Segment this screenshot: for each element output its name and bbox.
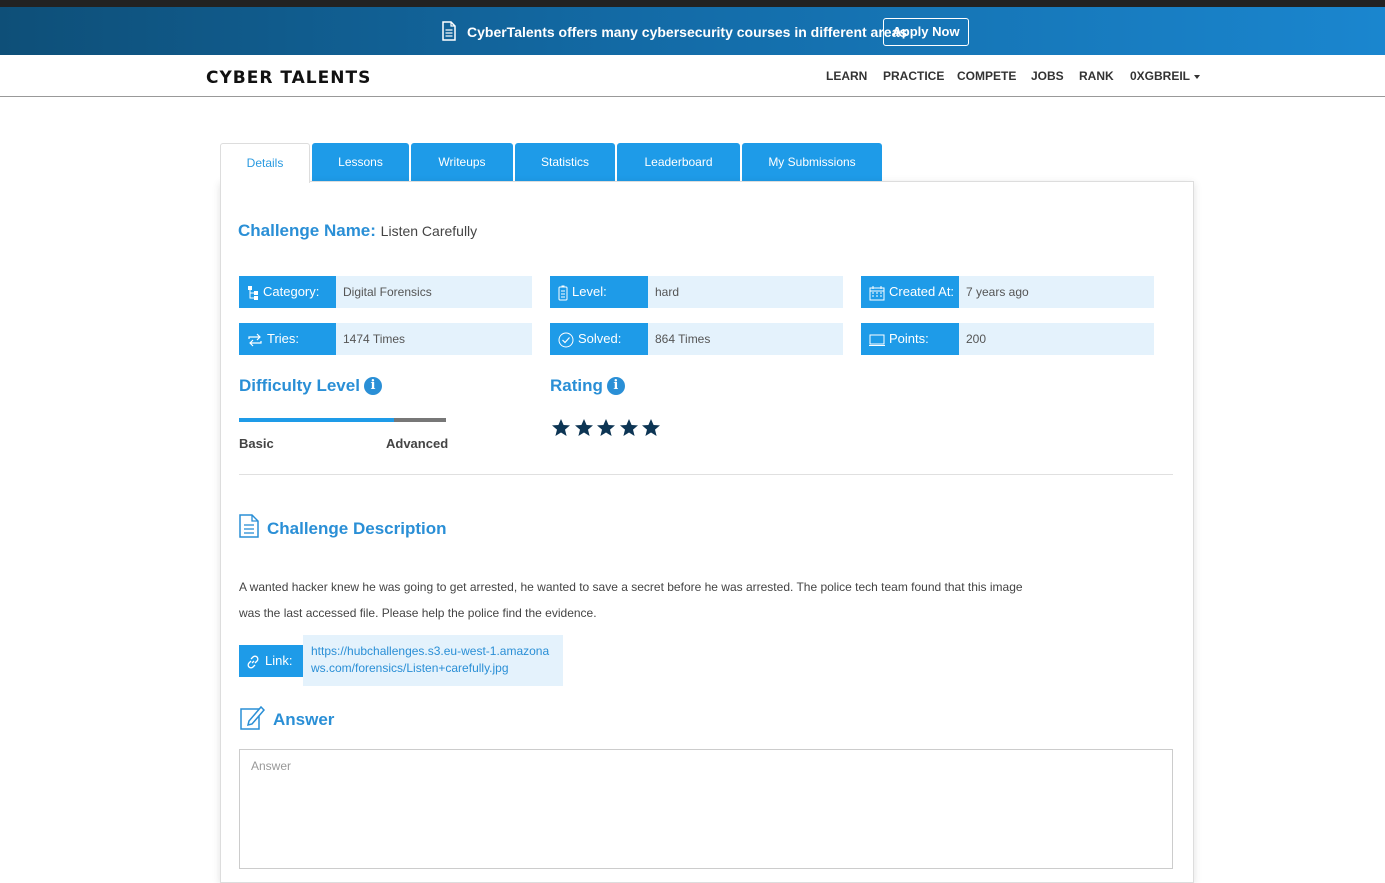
challenge-name: Challenge Name: Listen Carefully bbox=[238, 221, 477, 241]
info-icon[interactable]: i bbox=[606, 377, 625, 395]
category-value: Digital Forensics bbox=[336, 276, 532, 308]
tries-value: 1474 Times bbox=[336, 323, 532, 355]
challenge-name-label: Challenge Name: bbox=[238, 221, 376, 240]
top-strip bbox=[0, 0, 1385, 7]
info-icon[interactable]: i bbox=[363, 377, 382, 395]
difficulty-min-label: Basic bbox=[239, 436, 274, 451]
user-name: 0XGBREIL bbox=[1130, 69, 1191, 83]
tab-details[interactable]: Details bbox=[220, 143, 310, 183]
user-menu[interactable]: 0XGBREIL bbox=[1130, 69, 1201, 83]
created-value: 7 years ago bbox=[959, 276, 1154, 308]
answer-input[interactable] bbox=[239, 749, 1173, 869]
level-value: hard bbox=[648, 276, 843, 308]
link-icon bbox=[247, 655, 259, 669]
tab-leaderboard[interactable]: Leaderboard bbox=[617, 143, 740, 181]
retry-arrows-icon bbox=[248, 333, 262, 346]
tab-lessons[interactable]: Lessons bbox=[312, 143, 409, 181]
challenge-link[interactable]: https://hubchallenges.s3.eu-west-1.amazo… bbox=[303, 635, 563, 686]
divider bbox=[239, 474, 1173, 475]
logo[interactable]: CYBER TALENTS bbox=[206, 68, 371, 88]
document-icon bbox=[442, 21, 456, 41]
nav-learn[interactable]: LEARN bbox=[826, 69, 867, 83]
tab-statistics[interactable]: Statistics bbox=[515, 143, 615, 181]
tab-writeups[interactable]: Writeups bbox=[411, 143, 513, 181]
created-label: Created At: bbox=[861, 276, 959, 308]
solved-label: Solved: bbox=[550, 323, 648, 355]
solved-value: 864 Times bbox=[648, 323, 843, 355]
difficulty-heading: Difficulty Level i bbox=[239, 376, 382, 396]
banner-text: CyberTalents offers many cybersecurity c… bbox=[467, 24, 908, 40]
nav-jobs[interactable]: JOBS bbox=[1031, 69, 1064, 83]
check-circle-icon bbox=[558, 332, 574, 348]
monitor-icon bbox=[869, 334, 885, 346]
star-icon[interactable] bbox=[551, 418, 571, 438]
document-icon bbox=[239, 514, 259, 538]
difficulty-bar-fill bbox=[239, 418, 395, 422]
description-heading: Challenge Description bbox=[239, 514, 446, 539]
rating-heading: Rating i bbox=[550, 376, 625, 396]
points-label: Points: bbox=[861, 323, 959, 355]
rating-stars[interactable] bbox=[551, 418, 664, 443]
tries-label: Tries: bbox=[239, 323, 336, 355]
star-icon[interactable] bbox=[641, 418, 661, 438]
level-label: Level: bbox=[550, 276, 648, 308]
link-label: Link: bbox=[239, 645, 303, 677]
calendar-icon bbox=[869, 285, 885, 301]
navbar: CYBER TALENTS LEARN PRACTICE COMPETE JOB… bbox=[0, 55, 1385, 97]
answer-heading: Answer bbox=[239, 703, 334, 731]
edit-icon bbox=[240, 705, 266, 730]
nav-compete[interactable]: COMPETE bbox=[957, 69, 1016, 83]
difficulty-bar bbox=[239, 418, 446, 422]
points-value: 200 bbox=[959, 323, 1154, 355]
nav-rank[interactable]: RANK bbox=[1079, 69, 1114, 83]
apply-now-button[interactable]: Apply Now bbox=[883, 18, 969, 46]
nav-practice[interactable]: PRACTICE bbox=[883, 69, 944, 83]
category-label: Category: bbox=[239, 276, 336, 308]
challenge-name-value: Listen Carefully bbox=[380, 223, 478, 239]
star-icon[interactable] bbox=[619, 418, 639, 438]
battery-icon bbox=[558, 285, 568, 301]
description-text: A wanted hacker knew he was going to get… bbox=[239, 580, 1023, 620]
sitemap-icon bbox=[248, 285, 258, 300]
tab-my-submissions[interactable]: My Submissions bbox=[742, 143, 882, 181]
star-icon[interactable] bbox=[596, 418, 616, 438]
difficulty-max-label: Advanced bbox=[386, 436, 449, 451]
caret-down-icon bbox=[1194, 74, 1201, 79]
star-icon[interactable] bbox=[574, 418, 594, 438]
promo-banner: CyberTalents offers many cybersecurity c… bbox=[0, 7, 1385, 55]
